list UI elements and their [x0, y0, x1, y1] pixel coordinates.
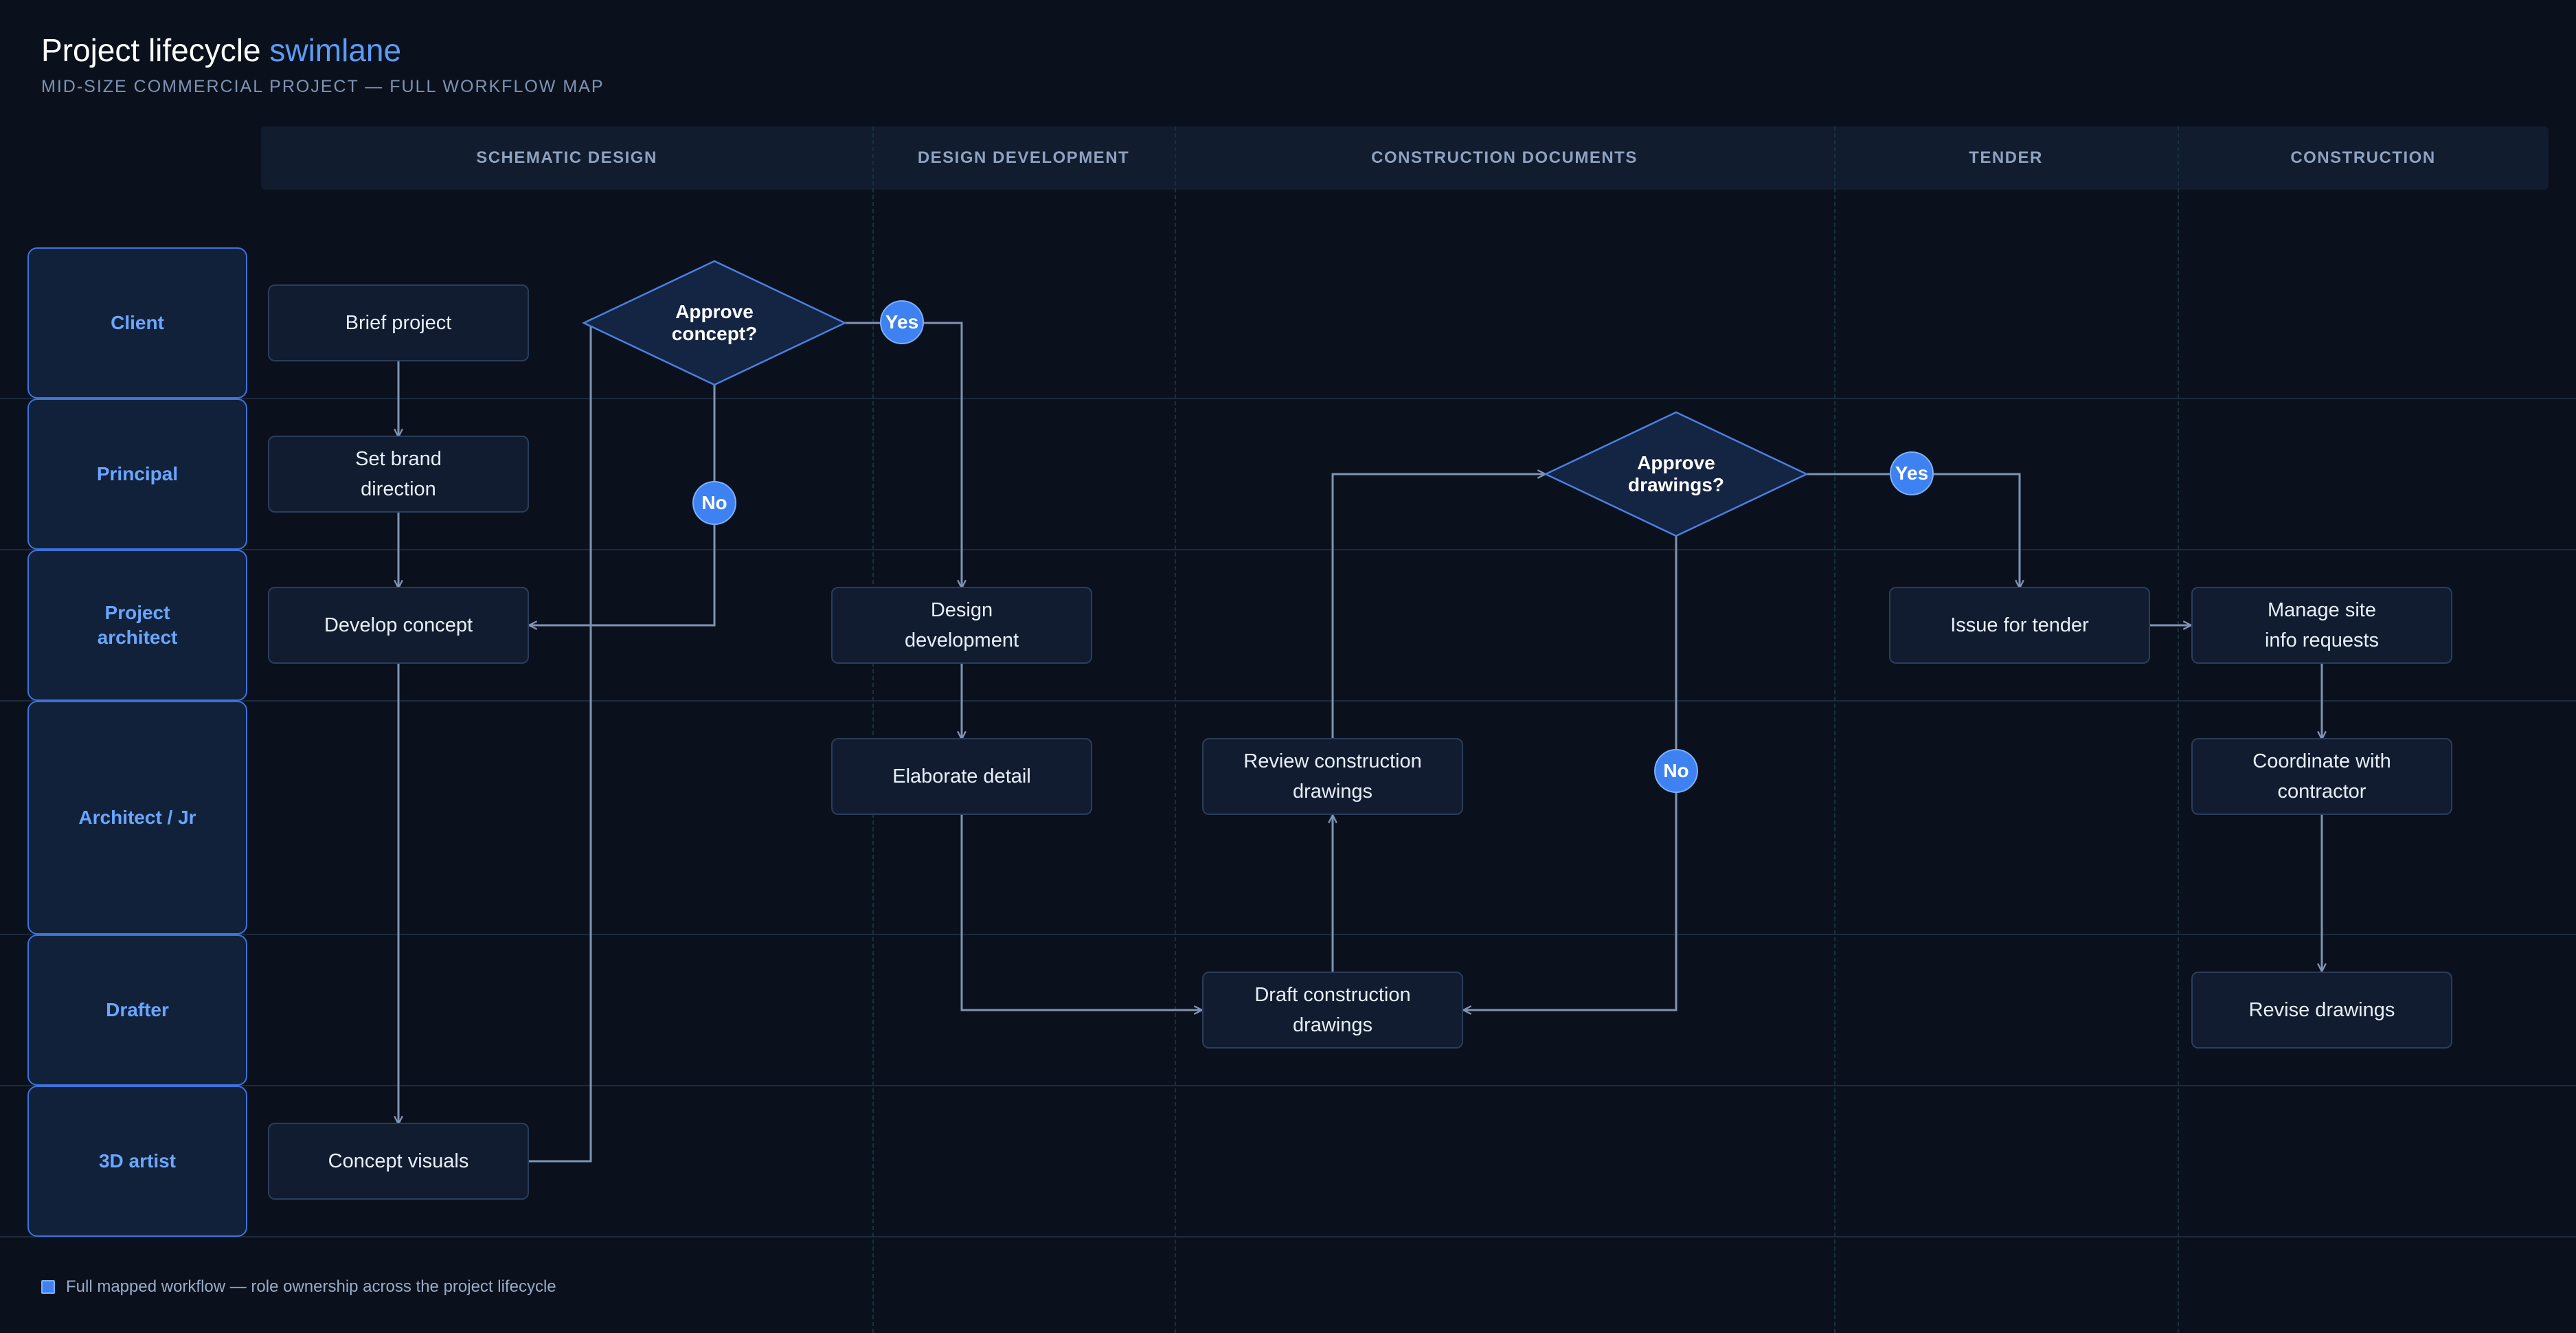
connector-approve-concept-yes	[845, 322, 962, 588]
node-label: Manage site	[2267, 599, 2376, 621]
legend: Full mapped workflow — role ownership ac…	[41, 1277, 556, 1296]
node-review-construction-drawings: Review construction drawings	[1202, 738, 1463, 815]
node-label: Revise drawings	[2248, 999, 2395, 1021]
node-label: Concept visuals	[328, 1150, 469, 1172]
node-label: direction	[361, 478, 436, 500]
node-manage-site-info-requests: Manage site info requests	[2191, 587, 2452, 664]
node-label: Elaborate detail	[892, 765, 1031, 787]
node-elaborate-detail: Elaborate detail	[831, 738, 1092, 815]
swimlane-diagram: Project lifecycle swimlane MID-SIZE COMM…	[0, 0, 2576, 1333]
connector-review-to-approve-drawings	[1331, 474, 1546, 739]
node-issue-for-tender: Issue for tender	[1889, 587, 2150, 664]
node-label: Design	[930, 599, 993, 621]
node-label: Issue for tender	[1950, 614, 2089, 636]
node-label: Brief project	[345, 312, 452, 334]
node-label: Draft construction	[1254, 984, 1411, 1006]
connector-elaborate-to-draft	[960, 815, 1202, 1010]
legend-swatch-icon	[41, 1280, 55, 1294]
legend-text: Full mapped workflow — role ownership ac…	[66, 1277, 556, 1296]
node-label: development	[904, 629, 1019, 651]
node-coordinate-with-contractor: Coordinate with contractor	[2191, 738, 2452, 815]
badge-concept-no: No	[692, 481, 736, 525]
node-label: drawings	[1292, 781, 1373, 803]
node-concept-visuals: Concept visuals	[268, 1123, 529, 1200]
node-develop-concept: Develop concept	[268, 587, 529, 664]
node-label: Set brand	[355, 448, 442, 470]
badge-concept-yes: Yes	[880, 300, 924, 344]
connector-approve-drawings-no	[1463, 536, 1677, 1010]
node-label: drawings	[1292, 1014, 1373, 1036]
node-brief-project: Brief project	[268, 284, 529, 361]
decision-approve-concept: Approve concept?	[584, 261, 845, 385]
node-label: Develop concept	[324, 614, 473, 636]
connector-visuals-to-approve-concept	[529, 323, 591, 1163]
node-set-brand-direction: Set brand direction	[268, 436, 529, 513]
decision-approve-drawings: Approve drawings?	[1546, 412, 1807, 536]
decision-label-text: concept?	[671, 323, 758, 344]
node-label: contractor	[2277, 781, 2366, 803]
decision-label-text: drawings?	[1627, 474, 1724, 495]
node-label: Review construction	[1243, 750, 1422, 772]
decision-label-text: Approve	[1637, 452, 1715, 473]
node-revise-drawings: Revise drawings	[2191, 972, 2452, 1049]
node-label: info requests	[2264, 629, 2380, 651]
node-design-development: Design development	[831, 587, 1092, 664]
node-draft-construction-drawings: Draft construction drawings	[1202, 972, 1463, 1049]
decision-label-text: Approve	[675, 301, 754, 322]
badge-drawings-yes: Yes	[1890, 451, 1934, 495]
connector-approve-concept-no	[529, 385, 716, 625]
badge-drawings-no: No	[1654, 749, 1698, 793]
node-label: Coordinate with	[2252, 750, 2391, 772]
